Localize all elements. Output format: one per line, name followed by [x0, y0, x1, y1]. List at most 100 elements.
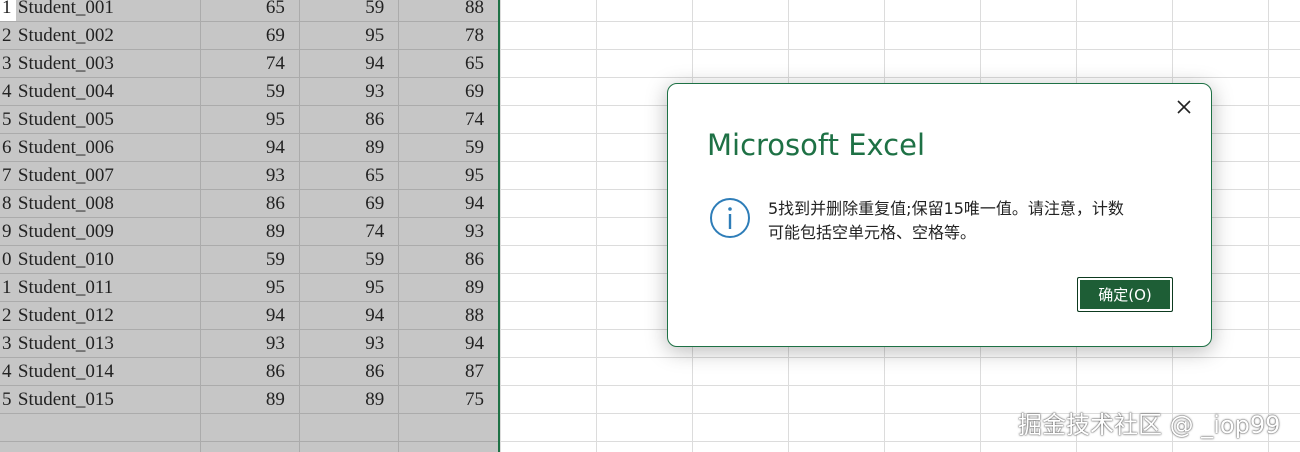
close-button[interactable]: [1171, 94, 1197, 120]
score-cell[interactable]: 74: [299, 217, 400, 246]
name-cell[interactable]: Student_015: [15, 385, 201, 414]
score-cell[interactable]: 94: [299, 49, 400, 78]
score-cell[interactable]: 94: [299, 301, 400, 330]
score-cell[interactable]: [398, 413, 498, 442]
table-row[interactable]: 3 Student_013 93 93 94: [0, 329, 498, 358]
score-cell[interactable]: 78: [398, 21, 498, 50]
score-cell[interactable]: [398, 441, 498, 452]
table-row[interactable]: 4 Student_014 86 86 87: [0, 357, 498, 386]
table-row[interactable]: 2 Student_012 94 94 88: [0, 301, 498, 330]
score-cell[interactable]: 86: [299, 357, 400, 386]
score-cell[interactable]: 87: [398, 357, 498, 386]
name-cell[interactable]: Student_009: [15, 217, 201, 246]
score-cell[interactable]: 93: [200, 329, 300, 358]
score-cell[interactable]: 65: [200, 0, 300, 22]
score-cell[interactable]: 95: [299, 21, 400, 50]
row-number[interactable]: [0, 413, 16, 442]
score-cell[interactable]: 59: [200, 245, 300, 274]
score-cell[interactable]: 95: [398, 161, 498, 190]
name-cell[interactable]: Student_002: [15, 21, 201, 50]
row-number[interactable]: 8: [0, 189, 16, 218]
score-cell[interactable]: 94: [200, 133, 300, 162]
name-cell[interactable]: Student_001: [15, 0, 201, 22]
score-cell[interactable]: 88: [398, 301, 498, 330]
name-cell[interactable]: Student_008: [15, 189, 201, 218]
row-number[interactable]: 2: [0, 21, 16, 50]
table-row[interactable]: 8 Student_008 86 69 94: [0, 189, 498, 218]
table-row[interactable]: 5 Student_005 95 86 74: [0, 105, 498, 134]
table-row[interactable]: 1 Student_011 95 95 89: [0, 273, 498, 302]
selected-data-range[interactable]: 1 Student_001 65 59 88 2 Student_002 69 95 78 3 Stu…: [0, 0, 500, 452]
row-number[interactable]: 3: [0, 49, 16, 78]
score-cell[interactable]: 93: [299, 77, 400, 106]
row-number[interactable]: [0, 441, 16, 452]
name-cell[interactable]: Student_006: [15, 133, 201, 162]
score-cell[interactable]: 89: [299, 133, 400, 162]
score-cell[interactable]: 93: [200, 161, 300, 190]
score-cell[interactable]: 65: [299, 161, 400, 190]
name-cell[interactable]: Student_013: [15, 329, 201, 358]
score-cell[interactable]: 59: [299, 245, 400, 274]
row-number[interactable]: 7: [0, 161, 16, 190]
row-number[interactable]: 2: [0, 301, 16, 330]
score-cell[interactable]: 86: [200, 189, 300, 218]
name-cell[interactable]: Student_005: [15, 105, 201, 134]
name-cell[interactable]: Student_011: [15, 273, 201, 302]
table-row[interactable]: 6 Student_006 94 89 59: [0, 133, 498, 162]
score-cell[interactable]: 95: [200, 105, 300, 134]
table-row[interactable]: 9 Student_009 89 74 93: [0, 217, 498, 246]
score-cell[interactable]: 89: [200, 385, 300, 414]
score-cell[interactable]: 59: [200, 77, 300, 106]
score-cell[interactable]: 93: [398, 217, 498, 246]
table-row[interactable]: 0 Student_010 59 59 86: [0, 245, 498, 274]
score-cell[interactable]: 59: [299, 0, 400, 22]
score-cell[interactable]: 94: [200, 301, 300, 330]
score-cell[interactable]: 89: [299, 385, 400, 414]
score-cell[interactable]: 86: [200, 357, 300, 386]
score-cell[interactable]: 74: [200, 49, 300, 78]
score-cell[interactable]: 59: [398, 133, 498, 162]
row-number[interactable]: 6: [0, 133, 16, 162]
table-row[interactable]: 2 Student_002 69 95 78: [0, 21, 498, 50]
name-cell[interactable]: Student_014: [15, 357, 201, 386]
row-number[interactable]: 5: [0, 105, 16, 134]
score-cell[interactable]: 74: [398, 105, 498, 134]
table-row[interactable]: 3 Student_003 74 94 65: [0, 49, 498, 78]
table-row[interactable]: [0, 441, 498, 452]
name-cell[interactable]: Student_010: [15, 245, 201, 274]
name-cell[interactable]: [15, 441, 201, 452]
name-cell[interactable]: Student_007: [15, 161, 201, 190]
score-cell[interactable]: 94: [398, 329, 498, 358]
name-cell[interactable]: [15, 413, 201, 442]
score-cell[interactable]: 88: [398, 0, 498, 22]
score-cell[interactable]: [299, 413, 400, 442]
score-cell[interactable]: 89: [398, 273, 498, 302]
row-number[interactable]: 5: [0, 385, 16, 414]
table-row[interactable]: [0, 413, 498, 442]
row-number[interactable]: 4: [0, 357, 16, 386]
table-row[interactable]: 1 Student_001 65 59 88: [0, 0, 498, 22]
row-number[interactable]: 0: [0, 245, 16, 274]
row-number[interactable]: 1: [0, 273, 16, 302]
score-cell[interactable]: 86: [398, 245, 498, 274]
score-cell[interactable]: 89: [200, 217, 300, 246]
table-row[interactable]: 4 Student_004 59 93 69: [0, 77, 498, 106]
row-number[interactable]: 3: [0, 329, 16, 358]
table-row[interactable]: 5 Student_015 89 89 75: [0, 385, 498, 414]
score-cell[interactable]: 65: [398, 49, 498, 78]
score-cell[interactable]: 95: [200, 273, 300, 302]
score-cell[interactable]: [299, 441, 400, 452]
name-cell[interactable]: Student_012: [15, 301, 201, 330]
name-cell[interactable]: Student_003: [15, 49, 201, 78]
row-number[interactable]: 9: [0, 217, 16, 246]
row-number[interactable]: 4: [0, 77, 16, 106]
table-row[interactable]: 7 Student_007 93 65 95: [0, 161, 498, 190]
score-cell[interactable]: [200, 413, 300, 442]
name-cell[interactable]: Student_004: [15, 77, 201, 106]
ok-button[interactable]: 确定(O): [1077, 277, 1173, 312]
score-cell[interactable]: [200, 441, 300, 452]
score-cell[interactable]: 69: [398, 77, 498, 106]
row-number[interactable]: 1: [0, 0, 16, 22]
score-cell[interactable]: 75: [398, 385, 498, 414]
score-cell[interactable]: 86: [299, 105, 400, 134]
